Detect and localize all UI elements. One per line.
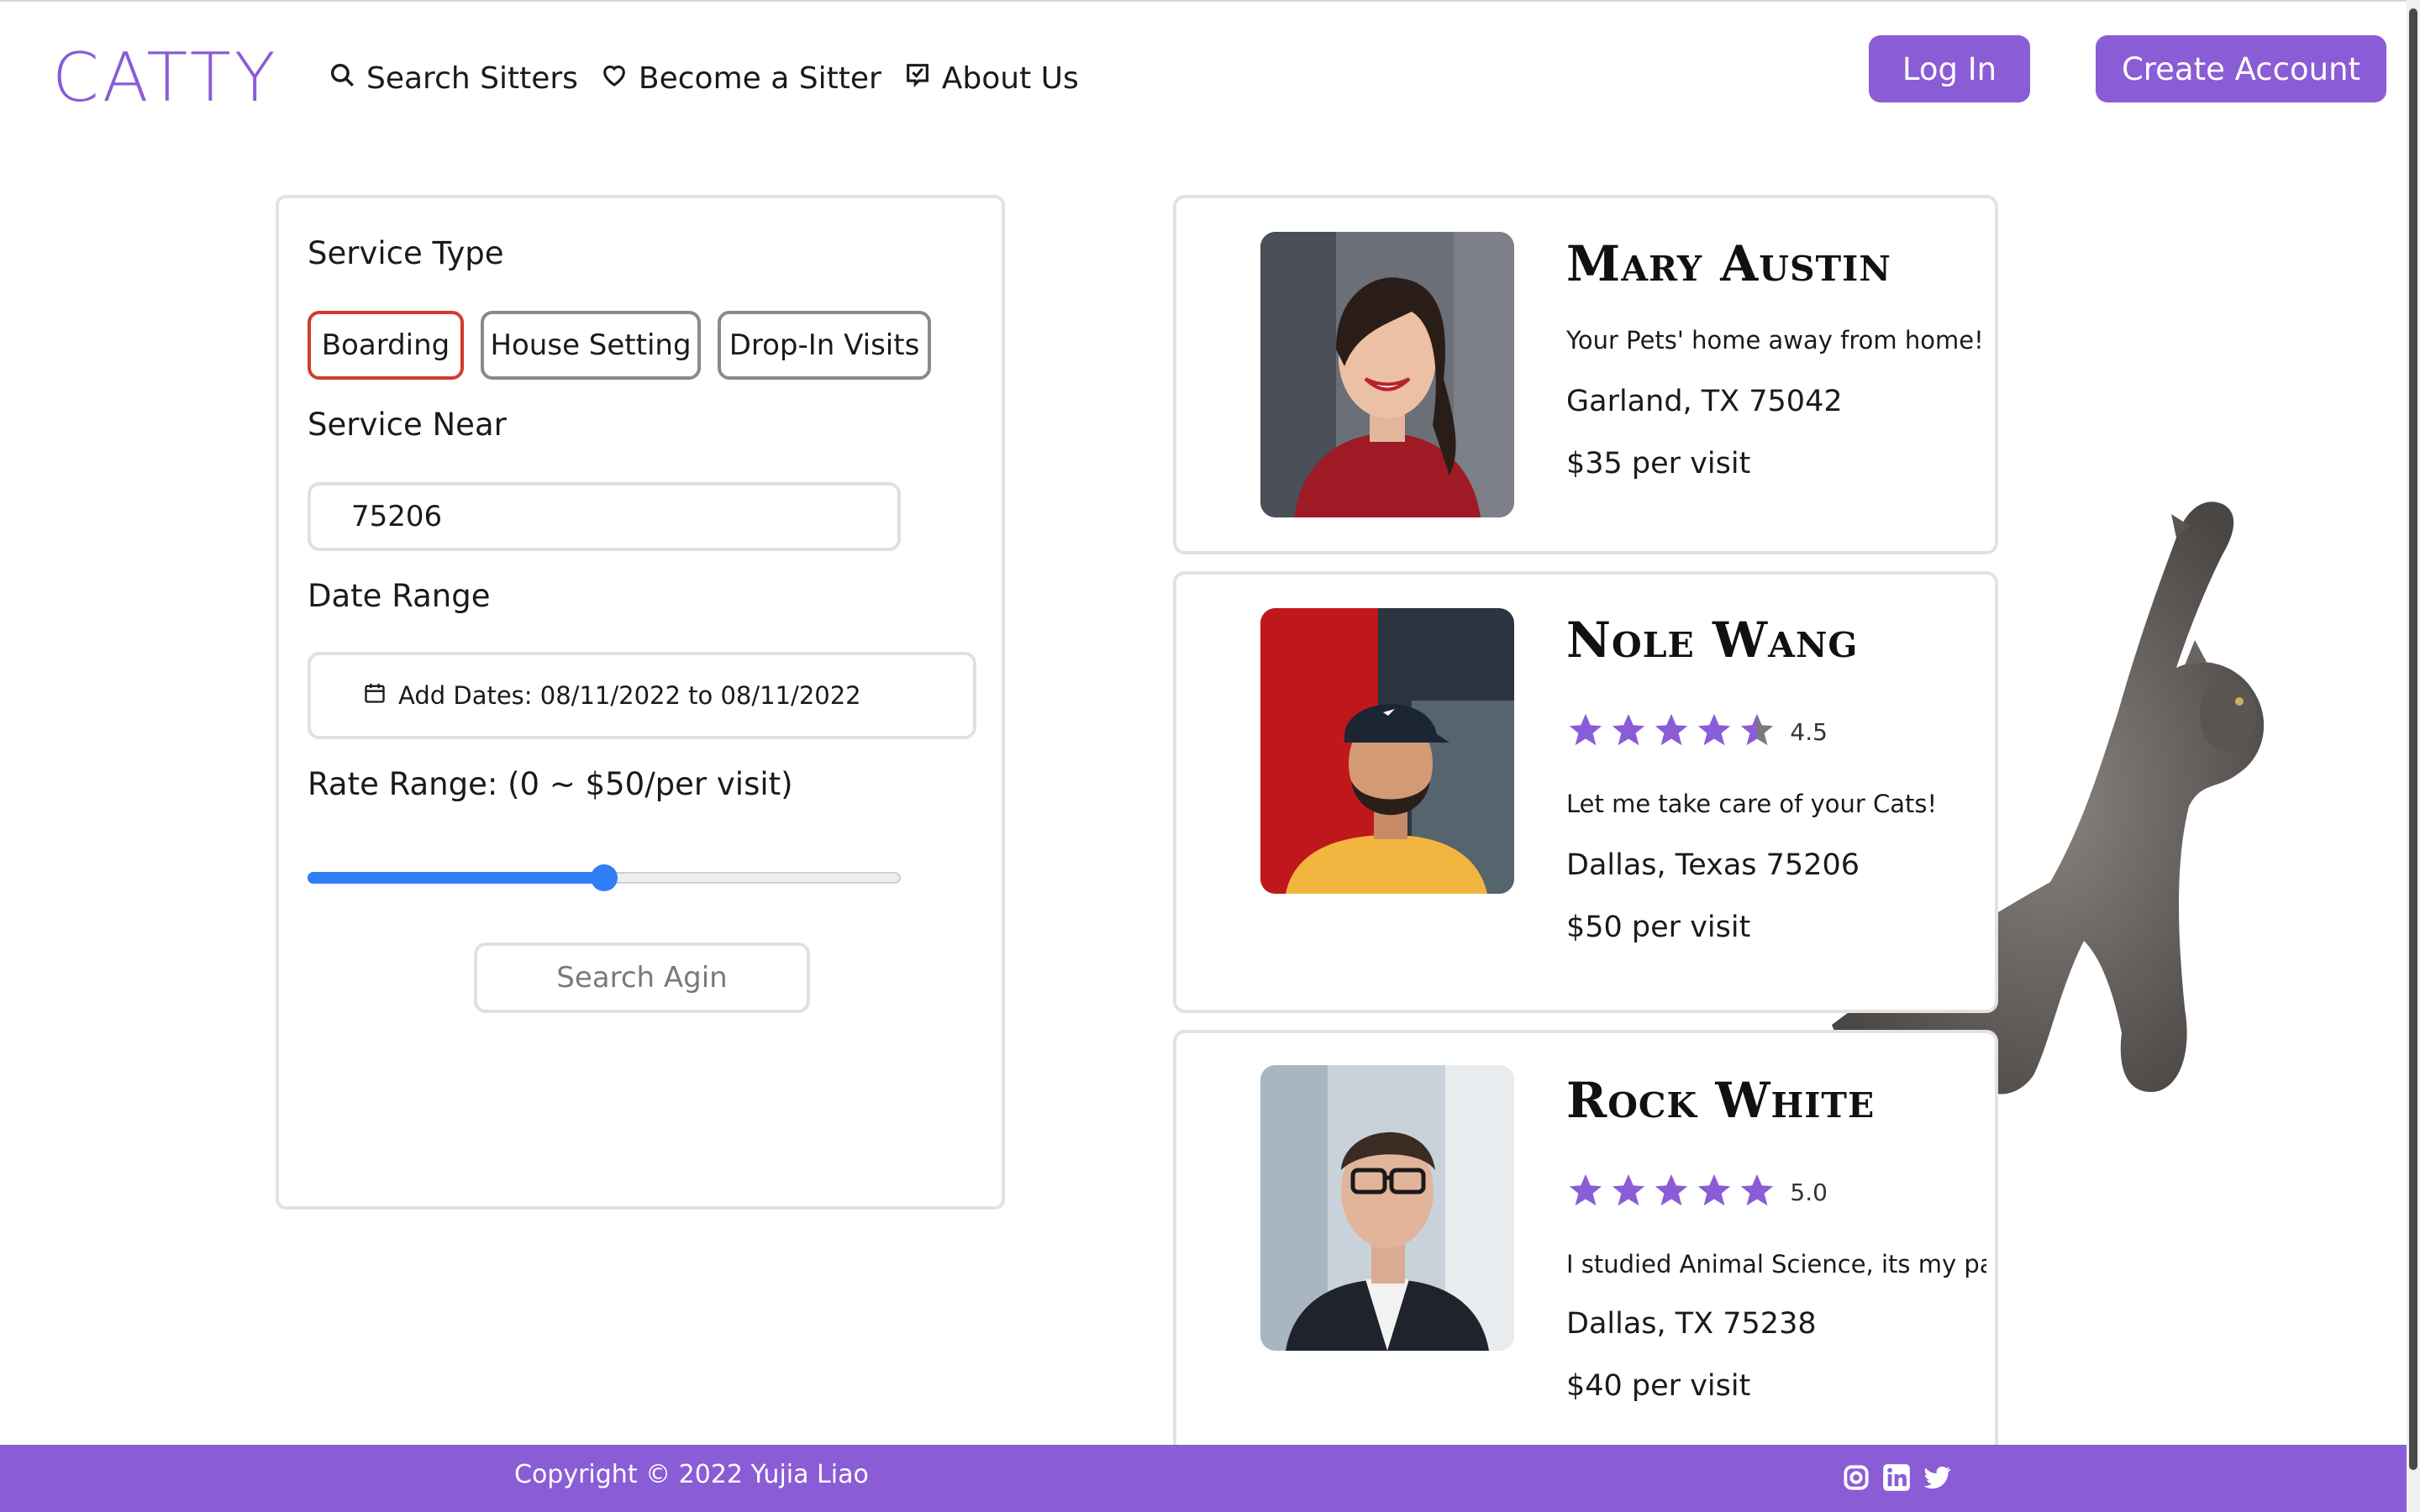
calendar-icon <box>363 681 387 711</box>
sitter-location: Dallas, Texas 75206 <box>1566 848 1860 882</box>
sitter-card[interactable]: Nole Wang 4.5 Let me take care of your C… <box>1173 571 1998 1013</box>
service-type-label: Service Type <box>308 235 504 271</box>
zip-input[interactable]: 75206 <box>308 482 901 551</box>
star-icon <box>1698 713 1731 746</box>
sitter-location: Garland, TX 75042 <box>1566 385 1843 418</box>
rating-stars <box>1566 711 1776 753</box>
filter-panel: Service Type Boarding House Setting Drop… <box>276 195 1005 1210</box>
scrollbar-thumb[interactable] <box>2409 8 2417 1470</box>
sitter-card[interactable]: Rock White 5.0 I studied Animal Science,… <box>1173 1030 1998 1467</box>
service-near-label: Service Near <box>308 407 507 443</box>
star-half-icon <box>1741 713 1774 746</box>
sitter-name: Mary Austin <box>1566 235 1891 292</box>
date-range-label: Date Range <box>308 578 491 614</box>
sitter-price: $50 per visit <box>1566 911 1751 944</box>
nav-search-sitters-label: Search Sitters <box>366 61 578 96</box>
sitter-name: Nole Wang <box>1566 612 1859 669</box>
create-account-button[interactable]: Create Account <box>2096 35 2386 102</box>
sitter-rating: 4.5 <box>1566 711 1828 753</box>
social-links <box>1840 1462 1953 1497</box>
page: CATTY Search Sitters Become a Sitter Abo… <box>0 0 2420 1512</box>
sitter-price: $35 per visit <box>1566 447 1751 480</box>
sitter-photo <box>1260 232 1514 517</box>
sitter-photo <box>1260 608 1514 894</box>
nav-become-sitter[interactable]: Become a Sitter <box>600 60 881 97</box>
rating-number: 5.0 <box>1790 1178 1828 1206</box>
sitter-rating: 5.0 <box>1566 1171 1828 1213</box>
star-icon <box>1655 1173 1688 1206</box>
sitter-tagline: Your Pets' home away from home! <box>1566 326 1984 354</box>
rating-stars <box>1566 1171 1776 1213</box>
chip-drop-in-visits[interactable]: Drop-In Visits <box>718 311 931 380</box>
slider-fill <box>308 872 604 884</box>
copyright-text: Copyright © 2022 Yujia Liao <box>514 1460 869 1489</box>
star-icon <box>1612 1173 1645 1206</box>
star-icon <box>1655 713 1688 746</box>
scrollbar[interactable] <box>2407 0 2420 1512</box>
sitter-name: Rock White <box>1566 1072 1876 1129</box>
sitter-photo <box>1260 1065 1514 1351</box>
date-range-value: Add Dates: 08/11/2022 to 08/11/2022 <box>398 681 861 710</box>
logo[interactable]: CATTY <box>52 39 279 117</box>
sitter-tagline: Let me take care of your Cats! <box>1566 790 1938 818</box>
main-nav: Search Sitters Become a Sitter About Us <box>328 60 1079 97</box>
instagram-icon[interactable] <box>1840 1462 1872 1497</box>
star-icon <box>1569 1173 1602 1206</box>
sitter-location: Dallas, TX 75238 <box>1566 1307 1817 1341</box>
star-icon <box>1741 1173 1774 1206</box>
twitter-icon[interactable] <box>1921 1462 1953 1497</box>
top-border <box>0 0 2420 2</box>
rating-number: 4.5 <box>1790 717 1828 746</box>
chip-boarding[interactable]: Boarding <box>308 311 464 380</box>
sitter-tagline: I studied Animal Science, its my pa <box>1566 1250 1986 1278</box>
linkedin-icon[interactable] <box>1881 1462 1912 1497</box>
nav-become-sitter-label: Become a Sitter <box>638 61 881 96</box>
star-icon <box>1569 713 1602 746</box>
search-again-button[interactable]: Search Agin <box>474 942 810 1013</box>
date-range-input[interactable]: Add Dates: 08/11/2022 to 08/11/2022 <box>308 652 976 739</box>
rate-range-label: Rate Range: (0 ~ $50/per visit) <box>308 766 793 802</box>
footer: Copyright © 2022 Yujia Liao <box>0 1445 2420 1512</box>
sitter-price: $40 per visit <box>1566 1369 1751 1403</box>
nav-about-us-label: About Us <box>941 61 1079 96</box>
nav-about-us[interactable]: About Us <box>903 60 1079 97</box>
rate-slider[interactable] <box>308 864 901 891</box>
chip-house-setting[interactable]: House Setting <box>481 311 701 380</box>
check-square-icon <box>903 60 932 97</box>
slider-thumb[interactable] <box>591 864 618 891</box>
search-icon <box>328 60 356 97</box>
star-icon <box>1698 1173 1731 1206</box>
nav-search-sitters[interactable]: Search Sitters <box>328 60 578 97</box>
login-button[interactable]: Log In <box>1869 35 2030 102</box>
sitter-card[interactable]: Mary Austin Your Pets' home away from ho… <box>1173 195 1998 554</box>
heart-icon <box>600 60 629 97</box>
star-icon <box>1612 713 1645 746</box>
